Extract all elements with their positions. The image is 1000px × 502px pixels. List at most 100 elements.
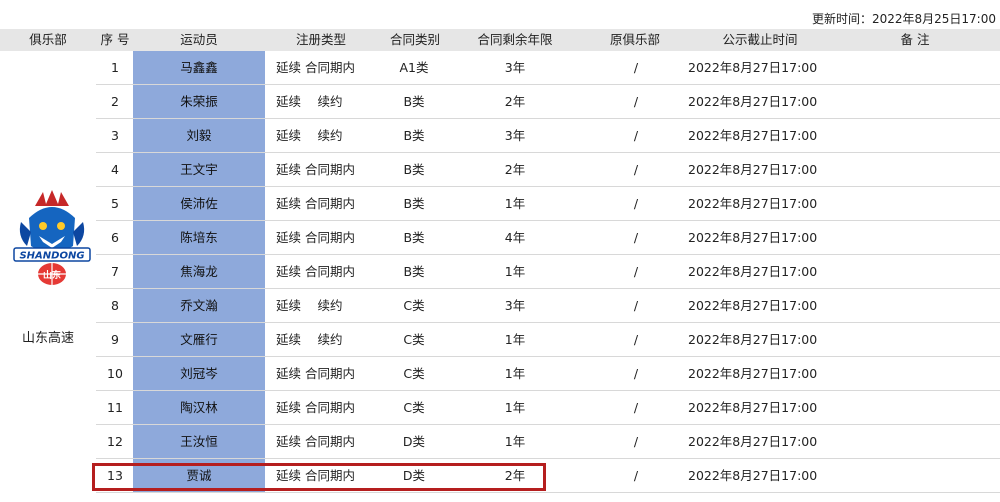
contract-category: A1类: [399, 60, 429, 75]
deadline: 2022年8月27日17:00: [688, 332, 818, 347]
contract-remaining: 2年: [504, 468, 526, 483]
contract-remaining: 1年: [504, 366, 526, 381]
table-row: 13 贾诚 延续 合同期内 D类 2年 / 2022年8月27日17:00: [96, 459, 1000, 493]
player-name: 刘毅: [133, 119, 265, 152]
update-time: 更新时间：2022年8月25日17:00: [811, 12, 996, 26]
header-seq: 序 号: [100, 32, 130, 47]
deadline: 2022年8月27日17:00: [688, 468, 818, 483]
contract-category: B类: [403, 94, 425, 109]
row-number: 13: [107, 468, 123, 483]
contract-remaining: 1年: [504, 400, 526, 415]
contract-category: B类: [403, 128, 425, 143]
registration-type: 延续 续约: [276, 332, 343, 347]
original-club: /: [633, 94, 639, 109]
contract-remaining: 1年: [504, 264, 526, 279]
row-number: 8: [111, 298, 119, 313]
registration-type: 延续 合同期内: [276, 434, 355, 449]
header-deadline: 公示截止时间: [722, 32, 798, 47]
row-number: 3: [111, 128, 119, 143]
player-name: 王文宇: [133, 153, 265, 186]
row-number: 7: [111, 264, 119, 279]
player-name: 文雁行: [133, 323, 265, 356]
registration-type: 延续 合同期内: [276, 162, 355, 177]
registration-type: 延续 续约: [276, 298, 343, 313]
registration-type: 延续 续约: [276, 128, 343, 143]
contract-category: C类: [403, 400, 425, 415]
header-player: 运动员: [180, 32, 218, 47]
header-orig-club: 原俱乐部: [609, 32, 660, 47]
registration-type: 延续 合同期内: [276, 366, 355, 381]
registration-type: 延续 合同期内: [276, 230, 355, 245]
deadline: 2022年8月27日17:00: [688, 366, 818, 381]
contract-category: B类: [403, 196, 425, 211]
registration-type: 延续 合同期内: [276, 468, 355, 483]
player-name: 侯沛佐: [133, 187, 265, 220]
original-club: /: [633, 264, 639, 279]
original-club: /: [633, 162, 639, 177]
contract-category: D类: [402, 434, 426, 449]
deadline: 2022年8月27日17:00: [688, 162, 818, 177]
table-header: 俱乐部 序 号 运动员 注册类型 合同类别 合同剩余年限 原俱乐部 公示截止时间…: [0, 29, 1000, 51]
original-club: /: [633, 128, 639, 143]
registration-type: 延续 合同期内: [276, 196, 355, 211]
deadline: 2022年8月27日17:00: [688, 196, 818, 211]
contract-remaining: 3年: [504, 128, 526, 143]
contract-category: C类: [403, 332, 425, 347]
table-row: 9 文雁行 延续 续约 C类 1年 / 2022年8月27日17:00: [96, 323, 1000, 357]
original-club: /: [633, 468, 639, 483]
table-row: 2 朱荣振 延续 续约 B类 2年 / 2022年8月27日17:00: [96, 85, 1000, 119]
header-contract-cat: 合同类别: [389, 32, 440, 47]
row-number: 11: [107, 400, 123, 415]
row-number: 1: [111, 60, 119, 75]
original-club: /: [633, 434, 639, 449]
contract-remaining: 1年: [504, 434, 526, 449]
player-name: 刘冠岑: [133, 357, 265, 390]
original-club: /: [633, 60, 639, 75]
table-row: 12 王汝恒 延续 合同期内 D类 1年 / 2022年8月27日17:00: [96, 425, 1000, 459]
contract-category: B类: [403, 264, 425, 279]
table-row: 7 焦海龙 延续 合同期内 B类 1年 / 2022年8月27日17:00: [96, 255, 1000, 289]
deadline: 2022年8月27日17:00: [688, 298, 818, 313]
contract-remaining: 1年: [504, 332, 526, 347]
registration-type: 延续 续约: [276, 94, 343, 109]
original-club: /: [633, 230, 639, 245]
header-reg-type: 注册类型: [295, 32, 346, 47]
deadline: 2022年8月27日17:00: [688, 94, 818, 109]
table-row: 10 刘冠岑 延续 合同期内 C类 1年 / 2022年8月27日17:00: [96, 357, 1000, 391]
row-number: 5: [111, 196, 119, 211]
player-name: 焦海龙: [133, 255, 265, 288]
original-club: /: [633, 196, 639, 211]
contract-category: B类: [403, 230, 425, 245]
deadline: 2022年8月27日17:00: [688, 128, 818, 143]
row-number: 12: [107, 434, 123, 449]
contract-remaining: 2年: [504, 162, 526, 177]
table-row: 11 陶汉林 延续 合同期内 C类 1年 / 2022年8月27日17:00: [96, 391, 1000, 425]
player-name: 马鑫鑫: [133, 51, 265, 84]
registration-type: 延续 合同期内: [276, 400, 355, 415]
deadline: 2022年8月27日17:00: [688, 400, 818, 415]
contract-category: D类: [402, 468, 426, 483]
player-name: 朱荣振: [133, 85, 265, 118]
table-row: 3 刘毅 延续 续约 B类 3年 / 2022年8月27日17:00: [96, 119, 1000, 153]
deadline: 2022年8月27日17:00: [688, 230, 818, 245]
row-number: 4: [111, 162, 119, 177]
player-name: 陈培东: [133, 221, 265, 254]
contract-remaining: 3年: [504, 298, 526, 313]
contract-category: B类: [403, 162, 425, 177]
table-row: 5 侯沛佐 延续 合同期内 B类 1年 / 2022年8月27日17:00: [96, 187, 1000, 221]
registration-type: 延续 合同期内: [276, 264, 355, 279]
header-club: 俱乐部: [29, 32, 67, 47]
contract-remaining: 3年: [504, 60, 526, 75]
original-club: /: [633, 400, 639, 415]
table-row: 4 王文宇 延续 合同期内 B类 2年 / 2022年8月27日17:00: [96, 153, 1000, 187]
registration-type: 延续 合同期内: [276, 60, 355, 75]
table-row: 6 陈培东 延续 合同期内 B类 4年 / 2022年8月27日17:00: [96, 221, 1000, 255]
contract-remaining: 2年: [504, 94, 526, 109]
deadline: 2022年8月27日17:00: [688, 434, 818, 449]
deadline: 2022年8月27日17:00: [688, 60, 818, 75]
player-table: 1 马鑫鑫 延续 合同期内 A1类 3年 / 2022年8月27日17:00 2 朱荣振 延续 续…: [0, 51, 1000, 502]
contract-category: C类: [403, 366, 425, 381]
contract-category: C类: [403, 298, 425, 313]
table-row: 1 马鑫鑫 延续 合同期内 A1类 3年 / 2022年8月27日17:00: [96, 51, 1000, 85]
player-name: 陶汉林: [133, 391, 265, 424]
